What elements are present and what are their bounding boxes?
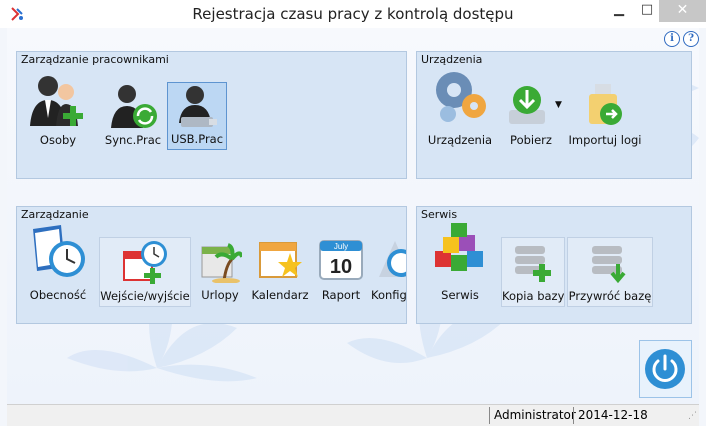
- status-bar: Administrator 2014-12-18 12:14:58 ⋰: [7, 404, 699, 426]
- person-sync-icon: [111, 85, 157, 128]
- employees-panel-title: Zarządzanie pracownikami: [21, 53, 169, 66]
- vacations-label: Urlopy: [201, 288, 239, 302]
- usb-employees-label: USB.Prac: [170, 132, 224, 146]
- employees-panel: Zarządzanie pracownikami Osoby Sync.Prac…: [16, 51, 407, 179]
- vacations-tile[interactable]: Urlopy: [195, 237, 245, 305]
- help-icon[interactable]: ?: [683, 31, 699, 47]
- persons-label: Osoby: [39, 133, 77, 147]
- management-panel: Zarządzanie Obecność Wejście/wyjście Url…: [16, 206, 407, 324]
- download-label: Pobierz: [510, 133, 552, 147]
- window-title: Rejestracja czasu pracy z kontrolą dostę…: [192, 5, 514, 23]
- resize-grip-icon[interactable]: ⋰: [688, 411, 697, 421]
- config-clock-icon: [379, 241, 406, 277]
- import-logs-tile[interactable]: Importuj logi: [565, 82, 645, 150]
- import-logs-label: Importuj logi: [568, 133, 642, 147]
- service-panel-title: Serwis: [421, 208, 458, 221]
- chevron-down-icon[interactable]: ▼: [555, 100, 562, 110]
- service-panel: Serwis Serwis Kopia bazy Przywróć bazę: [416, 206, 692, 324]
- attendance-tile[interactable]: Obecność: [23, 221, 93, 305]
- calendar-star-icon: [259, 242, 302, 278]
- backup-label: Kopia bazy: [502, 289, 565, 303]
- database-add-icon: [515, 246, 551, 282]
- close-button[interactable]: ✕: [659, 0, 706, 22]
- calendar-add-clock-icon: [123, 241, 167, 284]
- report-tile[interactable]: July 10 Raport: [315, 237, 367, 305]
- usb-employees-tile[interactable]: USB.Prac: [167, 82, 227, 150]
- persons-tile[interactable]: Osoby: [23, 66, 93, 150]
- calendar-clock-icon: [33, 225, 85, 277]
- devices-panel-title: Urządzenia: [421, 53, 483, 66]
- report-calendar-icon: July 10: [319, 240, 363, 280]
- service-tile[interactable]: Serwis: [425, 221, 495, 305]
- restore-tile[interactable]: Przywróć bazę: [567, 237, 653, 307]
- title-bar: Rejestracja czasu pracy z kontrolą dostę…: [0, 0, 706, 28]
- devices-tile[interactable]: Urządzenia: [425, 66, 495, 150]
- database-restore-icon: [592, 246, 626, 284]
- calendar-tile[interactable]: Kalendarz: [249, 237, 311, 305]
- info-icon[interactable]: i: [664, 31, 680, 47]
- person-usb-icon: [179, 86, 217, 127]
- service-label: Serwis: [441, 288, 479, 302]
- download-device-icon: [509, 86, 545, 124]
- gears-icon: [436, 72, 486, 122]
- report-day-text: 10: [330, 256, 352, 278]
- report-label: Raport: [321, 288, 361, 302]
- backup-tile[interactable]: Kopia bazy: [501, 237, 565, 307]
- main-area: i ? Zarządzanie pracownikami Osoby Sync.…: [7, 28, 699, 404]
- management-panel-title: Zarządzanie: [21, 208, 89, 221]
- power-button[interactable]: [639, 340, 692, 398]
- app-window: Rejestracja czasu pracy z kontrolą dostę…: [0, 0, 706, 426]
- vacation-icon: [201, 243, 242, 283]
- import-usb-icon: [589, 84, 622, 125]
- status-user: Administrator: [489, 407, 576, 424]
- status-datetime: 2014-12-18 12:14:58: [573, 407, 699, 426]
- persons-add-icon: [30, 76, 83, 126]
- config-tile[interactable]: Konfigu: [369, 237, 406, 305]
- attendance-label: Obecność: [29, 288, 87, 302]
- devices-panel: Urządzenia Urządzenia ▼ Pobierz Importuj…: [416, 51, 692, 179]
- calendar-label: Kalendarz: [251, 288, 309, 302]
- devices-label: Urządzenia: [427, 133, 493, 147]
- restore-label: Przywróć bazę: [568, 289, 652, 303]
- sync-employees-label: Sync.Prac: [104, 133, 162, 147]
- sync-employees-tile[interactable]: Sync.Prac: [103, 82, 163, 150]
- entry-exit-label: Wejście/wyjście: [100, 289, 190, 303]
- download-tile[interactable]: ▼ Pobierz: [501, 82, 562, 150]
- power-icon: [645, 349, 685, 389]
- config-label: Konfigu: [371, 288, 406, 302]
- entry-exit-tile[interactable]: Wejście/wyjście: [99, 237, 191, 307]
- report-month-text: July: [334, 242, 348, 251]
- blocks-icon: [435, 223, 483, 271]
